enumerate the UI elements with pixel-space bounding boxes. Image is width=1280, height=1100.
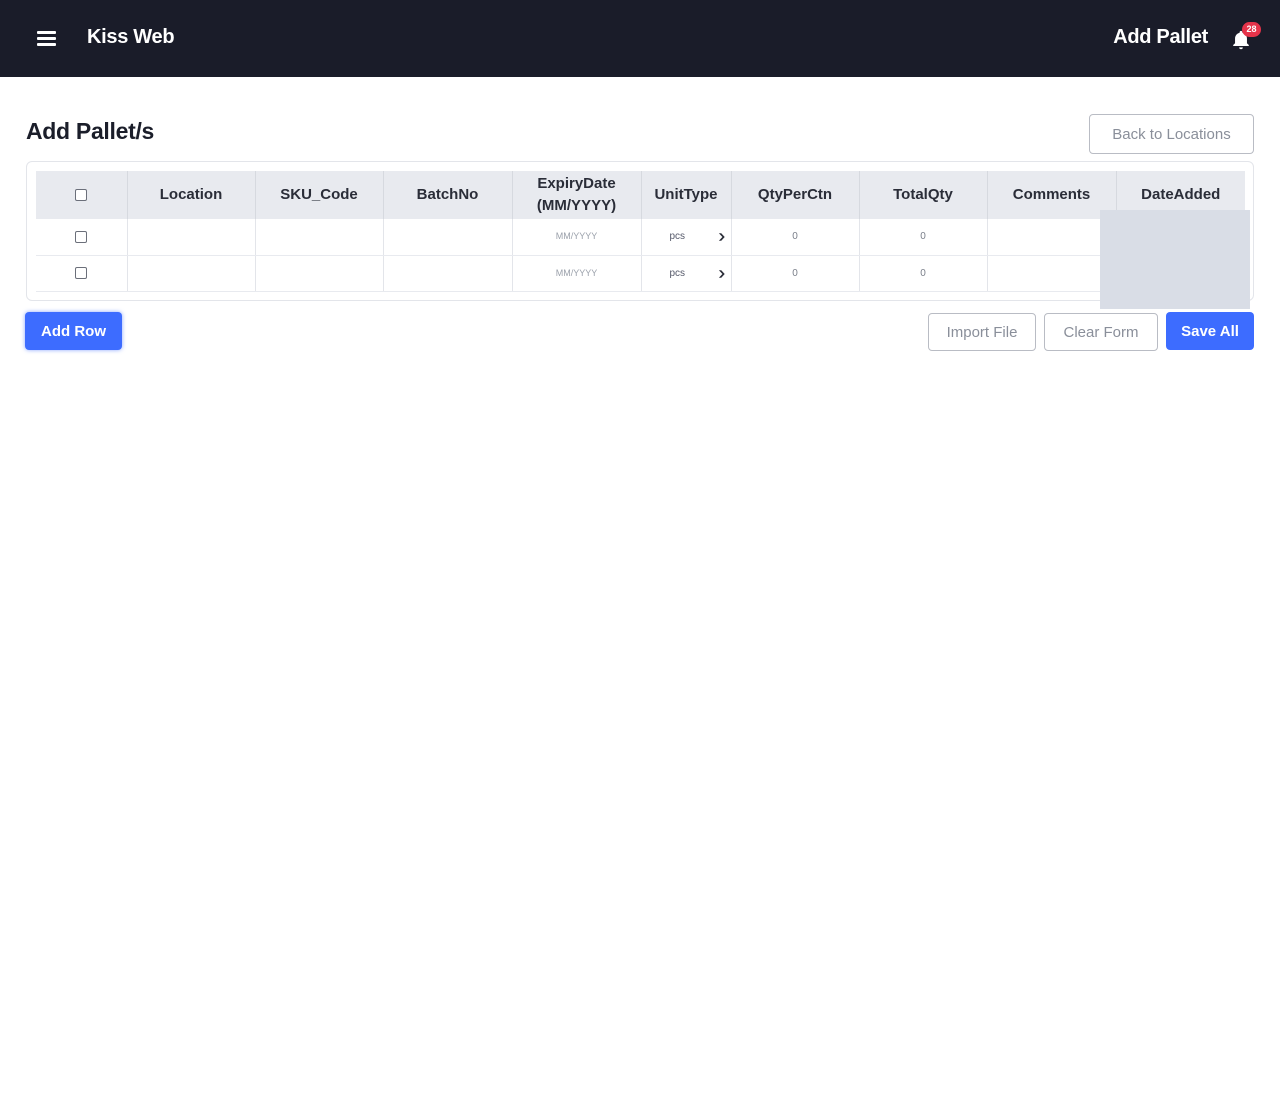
expiry-header-line1: ExpiryDate [537, 175, 616, 192]
pallet-table-card: Location SKU_Code BatchNo ExpiryDate (MM… [26, 161, 1254, 301]
save-all-button[interactable]: Save All [1166, 312, 1254, 350]
expiry-header-line2: (MM/YYYY) [536, 197, 617, 214]
expiry-date-cell [512, 255, 642, 292]
column-header-qty-per-ctn[interactable]: QtyPerCtn [731, 171, 860, 219]
menu-icon[interactable] [37, 31, 56, 46]
unit-type-select[interactable]: pcs ❯ [642, 256, 731, 291]
app-title[interactable]: Kiss Web [87, 26, 175, 49]
total-qty-input[interactable] [859, 219, 987, 255]
batch-no-cell [383, 219, 513, 256]
sku-code-cell [255, 255, 384, 292]
column-header-total-qty[interactable]: TotalQty [859, 171, 988, 219]
location-cell [127, 219, 256, 256]
column-header-batch-no[interactable]: BatchNo [383, 171, 513, 219]
add-row-button[interactable]: Add Row [25, 312, 122, 350]
batch-no-input[interactable] [383, 219, 512, 255]
notifications-button[interactable]: 28 [1230, 22, 1261, 53]
unit-type-cell: pcs ❯ [641, 219, 732, 256]
total-qty-cell [859, 219, 988, 256]
column-header-comments[interactable]: Comments [987, 171, 1117, 219]
location-input[interactable] [127, 219, 255, 255]
page-title: Add Pallet/s [26, 118, 155, 144]
chevron-down-icon: ❯ [717, 269, 727, 278]
select-all-checkbox[interactable] [75, 189, 88, 202]
location-input[interactable] [127, 255, 255, 291]
column-header-unit-type[interactable]: UnitType [641, 171, 732, 219]
table-row: pcs ❯ [36, 255, 1245, 292]
expiry-date-input[interactable] [512, 219, 641, 255]
location-cell [127, 255, 256, 292]
total-qty-cell [859, 255, 988, 292]
clear-form-button[interactable]: Clear Form [1044, 313, 1158, 351]
qty-per-ctn-input[interactable] [731, 255, 859, 291]
row-checkbox[interactable] [75, 267, 88, 279]
expiry-date-input[interactable] [512, 255, 641, 291]
qty-per-ctn-input[interactable] [731, 219, 859, 255]
qty-per-ctn-cell [731, 255, 860, 292]
chevron-down-icon: ❯ [717, 232, 727, 242]
sku-code-input[interactable] [255, 219, 383, 255]
column-header-location[interactable]: Location [127, 171, 256, 219]
row-checkbox[interactable] [75, 230, 88, 243]
redacted-overlay [1100, 210, 1250, 309]
batch-no-input[interactable] [383, 255, 512, 291]
sku-code-cell [255, 219, 384, 256]
qty-per-ctn-cell [731, 219, 860, 256]
row-select-cell [36, 255, 128, 292]
total-qty-input[interactable] [859, 255, 987, 291]
notification-badge: 28 [1242, 22, 1261, 37]
table-row: pcs ❯ [36, 219, 1245, 256]
column-header-expiry-date[interactable]: ExpiryDate (MM/YYYY) [512, 171, 642, 219]
import-file-button[interactable]: Import File [928, 313, 1036, 351]
back-to-locations-button[interactable]: Back to Locations [1089, 114, 1254, 154]
sku-code-input[interactable] [255, 255, 383, 291]
unit-type-select[interactable]: pcs ❯ [642, 219, 731, 255]
table-header-row: Location SKU_Code BatchNo ExpiryDate (MM… [36, 171, 1245, 219]
comments-cell [987, 255, 1117, 292]
comments-cell [987, 219, 1117, 256]
batch-no-cell [383, 255, 513, 292]
select-all-header [36, 171, 128, 219]
unit-type-cell: pcs ❯ [641, 255, 732, 292]
expiry-date-cell [512, 219, 642, 256]
column-header-sku-code[interactable]: SKU_Code [255, 171, 384, 219]
row-select-cell [36, 219, 128, 256]
header-page-name: Add Pallet [1113, 26, 1208, 48]
unit-type-value: pcs [669, 231, 686, 243]
comments-input[interactable] [987, 255, 1116, 291]
top-navbar: Kiss Web Add Pallet 28 [0, 0, 1280, 77]
unit-type-value: pcs [669, 267, 686, 279]
pallet-table: Location SKU_Code BatchNo ExpiryDate (MM… [36, 171, 1245, 292]
comments-input[interactable] [987, 219, 1116, 255]
